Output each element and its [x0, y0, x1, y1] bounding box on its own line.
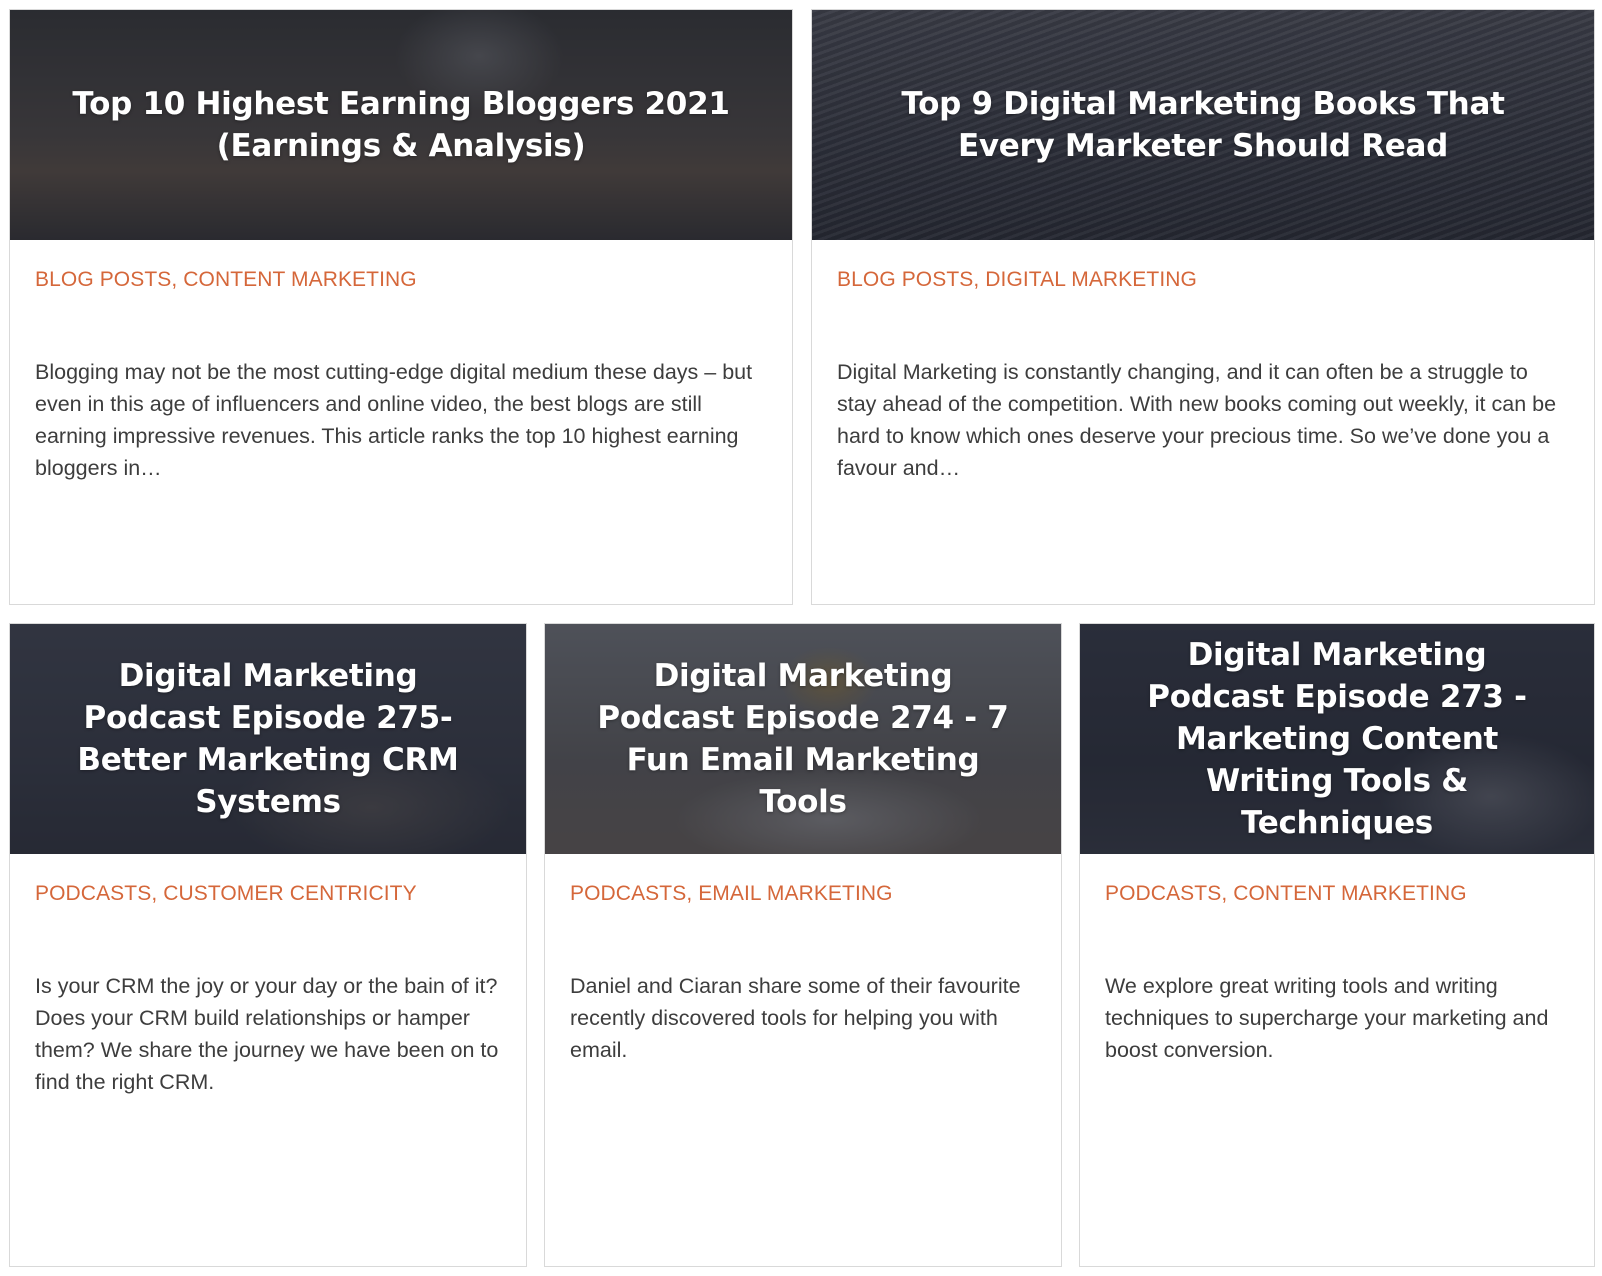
post-excerpt: Blogging may not be the most cutting-edg… [35, 360, 753, 480]
post-thumbnail[interactable]: Digital Marketing Podcast Episode 273 - … [1080, 624, 1594, 854]
post-thumbnail[interactable]: Digital Marketing Podcast Episode 274 - … [545, 624, 1061, 854]
post-categories[interactable]: PODCASTS, CONTENT MARKETING [1105, 880, 1569, 908]
post-body: BLOG POSTS, DIGITAL MARKETING Digital Ma… [812, 240, 1594, 484]
category-link[interactable]: PODCASTS, CONTENT MARKETING [1105, 882, 1467, 905]
post-card[interactable]: Digital Marketing Podcast Episode 273 - … [1079, 623, 1595, 1267]
post-title[interactable]: Top 9 Digital Marketing Books That Every… [812, 10, 1594, 240]
post-card[interactable]: Top 10 Highest Earning Bloggers 2021 (Ea… [9, 9, 793, 605]
post-body: BLOG POSTS, CONTENT MARKETING Blogging m… [10, 240, 792, 484]
category-link[interactable]: BLOG POSTS, CONTENT MARKETING [35, 268, 417, 291]
post-card[interactable]: Top 9 Digital Marketing Books That Every… [811, 9, 1595, 605]
post-body: PODCASTS, EMAIL MARKETING Daniel and Cia… [545, 854, 1061, 1066]
post-title[interactable]: Top 10 Highest Earning Bloggers 2021 (Ea… [10, 10, 792, 240]
category-link[interactable]: PODCASTS, EMAIL MARKETING [570, 882, 893, 905]
post-excerpt: We explore great writing tools and writi… [1105, 974, 1549, 1062]
post-grid: Top 10 Highest Earning Bloggers 2021 (Ea… [0, 0, 1602, 1276]
post-categories[interactable]: BLOG POSTS, DIGITAL MARKETING [837, 266, 1569, 294]
post-thumbnail[interactable]: Top 10 Highest Earning Bloggers 2021 (Ea… [10, 10, 792, 240]
post-card[interactable]: Digital Marketing Podcast Episode 274 - … [544, 623, 1062, 1267]
post-title[interactable]: Digital Marketing Podcast Episode 275- B… [10, 624, 526, 854]
post-title[interactable]: Digital Marketing Podcast Episode 273 - … [1080, 624, 1594, 854]
post-categories[interactable]: BLOG POSTS, CONTENT MARKETING [35, 266, 767, 294]
post-excerpt: Daniel and Ciaran share some of their fa… [570, 974, 1021, 1062]
post-thumbnail[interactable]: Top 9 Digital Marketing Books That Every… [812, 10, 1594, 240]
category-link[interactable]: PODCASTS, CUSTOMER CENTRICITY [35, 882, 417, 905]
post-card[interactable]: Digital Marketing Podcast Episode 275- B… [9, 623, 527, 1267]
post-body: PODCASTS, CUSTOMER CENTRICITY Is your CR… [10, 854, 526, 1098]
post-title[interactable]: Digital Marketing Podcast Episode 274 - … [545, 624, 1061, 854]
post-categories[interactable]: PODCASTS, EMAIL MARKETING [570, 880, 1036, 908]
post-excerpt: Digital Marketing is constantly changing… [837, 360, 1557, 480]
post-categories[interactable]: PODCASTS, CUSTOMER CENTRICITY [35, 880, 501, 908]
post-body: PODCASTS, CONTENT MARKETING We explore g… [1080, 854, 1594, 1066]
post-excerpt: Is your CRM the joy or your day or the b… [35, 974, 499, 1094]
post-thumbnail[interactable]: Digital Marketing Podcast Episode 275- B… [10, 624, 526, 854]
category-link[interactable]: BLOG POSTS, DIGITAL MARKETING [837, 268, 1197, 291]
